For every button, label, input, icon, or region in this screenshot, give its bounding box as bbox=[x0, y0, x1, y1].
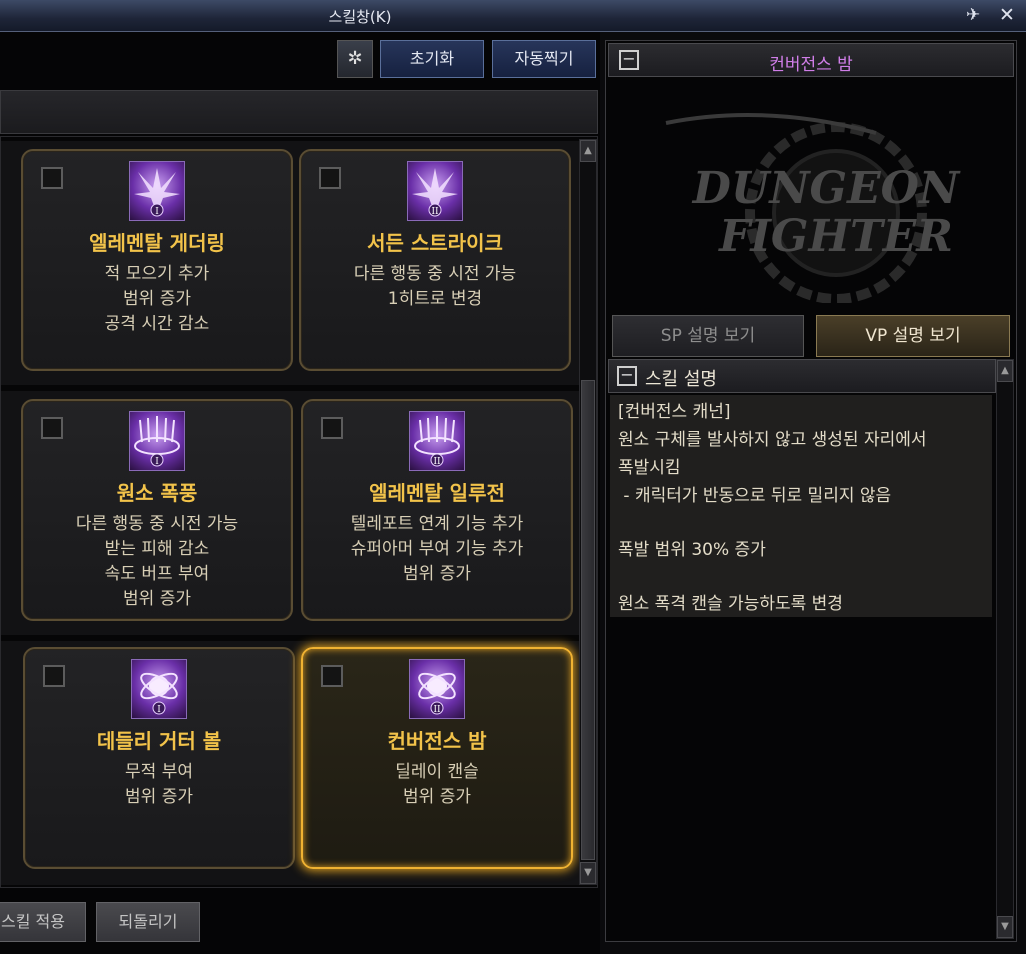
skill-effect: 범위 증가 bbox=[123, 589, 191, 609]
skill-checkbox[interactable] bbox=[319, 167, 341, 189]
skill-tree-panel: ✲ 초기화 자동찍기 I 엘레멘탈 게더링 적 모으기 추가 범위 증가 공격 … bbox=[0, 32, 600, 954]
description-line: [컨버전스 캐넌] bbox=[618, 402, 731, 422]
window-title-wrap: 스킬창(K) bbox=[0, 6, 610, 27]
apply-skill-button[interactable]: 스킬 적용 bbox=[0, 902, 86, 942]
skill-orb-icon: II bbox=[409, 659, 465, 719]
description-line: 폭발시킴 bbox=[618, 458, 681, 478]
skill-card[interactable]: I 데들리 거터 볼 무적 부여 범위 증가 bbox=[23, 647, 295, 869]
skill-card[interactable]: II 서든 스트라이크 다른 행동 중 시전 가능 1히트로 변경 bbox=[299, 149, 571, 371]
skill-name: 엘레멘탈 일루전 bbox=[369, 481, 505, 505]
close-icon[interactable]: ✕ bbox=[996, 4, 1018, 26]
skill-effect: 슈퍼아머 부여 기능 추가 bbox=[350, 539, 524, 559]
skill-effect: 텔레포트 연계 기능 추가 bbox=[350, 514, 524, 534]
skill-tree-header bbox=[0, 90, 598, 134]
skill-toolbar: ✲ 초기화 자동찍기 bbox=[0, 40, 600, 80]
skill-effect: 받는 피해 감소 bbox=[104, 539, 210, 559]
skill-effect: 범위 증가 bbox=[403, 564, 471, 584]
window-title: 스킬창(K) bbox=[328, 8, 392, 26]
skill-name: 원소 폭풍 bbox=[116, 481, 198, 505]
svg-text:II: II bbox=[431, 207, 439, 217]
skill-checkbox[interactable] bbox=[321, 417, 343, 439]
skill-effect: 다른 행동 중 시전 가능 bbox=[75, 514, 239, 534]
skill-effect: 딜레이 캔슬 bbox=[395, 762, 479, 782]
skill-effect: 적 모으기 추가 bbox=[104, 264, 210, 284]
skill-name: 데들리 거터 볼 bbox=[96, 729, 222, 753]
skill-burst-icon: II bbox=[407, 161, 463, 221]
skill-orb-icon: I bbox=[131, 659, 187, 719]
collapse-icon[interactable]: − bbox=[617, 366, 637, 386]
filter-button[interactable]: ✲ bbox=[337, 40, 373, 78]
revert-button[interactable]: 되돌리기 bbox=[96, 902, 200, 942]
skill-effect: 속도 버프 부여 bbox=[104, 564, 210, 584]
skill-checkbox[interactable] bbox=[41, 417, 63, 439]
skill-card[interactable]: I 원소 폭풍 다른 행동 중 시전 가능 받는 피해 감소 속도 버프 부여 … bbox=[21, 399, 293, 621]
description-line: 원소 구체를 발사하지 않고 생성된 자리에서 bbox=[618, 430, 927, 450]
skill-checkbox[interactable] bbox=[321, 665, 343, 687]
scroll-up-icon[interactable]: ▲ bbox=[997, 360, 1013, 382]
skill-storm-icon: I bbox=[129, 411, 185, 471]
skill-effect: 1히트로 변경 bbox=[387, 289, 483, 309]
skill-effect: 범위 증가 bbox=[123, 289, 191, 309]
skill-name: 엘레멘탈 게더링 bbox=[89, 231, 225, 255]
svg-text:I: I bbox=[155, 207, 159, 217]
skill-name: 서든 스트라이크 bbox=[367, 231, 503, 255]
description-line: 폭발 범위 30% 증가 bbox=[618, 540, 766, 560]
detail-title: 컨버전스 밤 bbox=[769, 55, 853, 75]
skill-effect: 무적 부여 bbox=[125, 762, 193, 782]
scroll-down-icon[interactable]: ▼ bbox=[580, 862, 596, 884]
skill-effect: 다른 행동 중 시전 가능 bbox=[353, 264, 517, 284]
vp-description-button[interactable]: VP 설명 보기 bbox=[816, 315, 1010, 357]
detail-header: − 컨버전스 밤 bbox=[608, 43, 1014, 77]
skill-detail-panel: − 컨버전스 밤 DUNGEON FIGHTER SP 설명 보기 VP 설명 … bbox=[605, 40, 1017, 942]
skill-tree-scrollbar[interactable]: ▲ ▼ bbox=[579, 139, 597, 885]
skill-effect: 공격 시간 감소 bbox=[104, 314, 210, 334]
logo-text-top: DUNGEON bbox=[691, 163, 961, 214]
description-line: - 캐릭터가 반동으로 뒤로 밀리지 않음 bbox=[618, 486, 892, 506]
auto-assign-button[interactable]: 자동찍기 bbox=[492, 40, 596, 78]
scroll-down-icon[interactable]: ▼ bbox=[997, 916, 1013, 938]
filter-icon: ✲ bbox=[347, 48, 363, 69]
description-scrollbar[interactable]: ▲ ▼ bbox=[996, 359, 1014, 939]
skill-storm-icon: II bbox=[409, 411, 465, 471]
svg-text:I: I bbox=[155, 457, 159, 467]
skill-effect: 범위 증가 bbox=[125, 787, 193, 807]
game-logo: DUNGEON FIGHTER bbox=[646, 103, 986, 304]
logo-text-bottom: FIGHTER bbox=[717, 211, 953, 262]
skill-checkbox[interactable] bbox=[41, 167, 63, 189]
pin-icon[interactable]: ✈ bbox=[962, 4, 984, 26]
window-titlebar: 스킬창(K) ✈ ✕ bbox=[0, 0, 1026, 32]
sp-description-button[interactable]: SP 설명 보기 bbox=[612, 315, 804, 357]
svg-text:II: II bbox=[433, 457, 441, 467]
svg-text:I: I bbox=[157, 705, 161, 715]
skill-checkbox[interactable] bbox=[43, 665, 65, 687]
svg-text:II: II bbox=[433, 705, 441, 715]
skill-effect: 범위 증가 bbox=[403, 787, 471, 807]
reset-button[interactable]: 초기화 bbox=[380, 40, 484, 78]
skill-tree-area: I 엘레멘탈 게더링 적 모으기 추가 범위 증가 공격 시간 감소 II 서든… bbox=[0, 136, 598, 888]
scroll-thumb[interactable] bbox=[581, 380, 595, 860]
skill-name: 컨버전스 밤 bbox=[387, 729, 487, 753]
skill-card[interactable]: II 엘레멘탈 일루전 텔레포트 연계 기능 추가 슈퍼아머 부여 기능 추가 … bbox=[301, 399, 573, 621]
scroll-up-icon[interactable]: ▲ bbox=[580, 140, 596, 162]
description-header: − 스킬 설명 bbox=[608, 359, 996, 393]
skill-burst-icon: I bbox=[129, 161, 185, 221]
skill-card[interactable]: I 엘레멘탈 게더링 적 모으기 추가 범위 증가 공격 시간 감소 bbox=[21, 149, 293, 371]
description-title: 스킬 설명 bbox=[645, 369, 717, 390]
description-line: 원소 폭격 캔슬 가능하도록 변경 bbox=[618, 594, 843, 614]
description-box: [컨버전스 캐넌] 원소 구체를 발사하지 않고 생성된 자리에서 폭발시킴 -… bbox=[610, 395, 992, 617]
skill-card-selected[interactable]: II 컨버전스 밤 딜레이 캔슬 범위 증가 bbox=[301, 647, 573, 869]
